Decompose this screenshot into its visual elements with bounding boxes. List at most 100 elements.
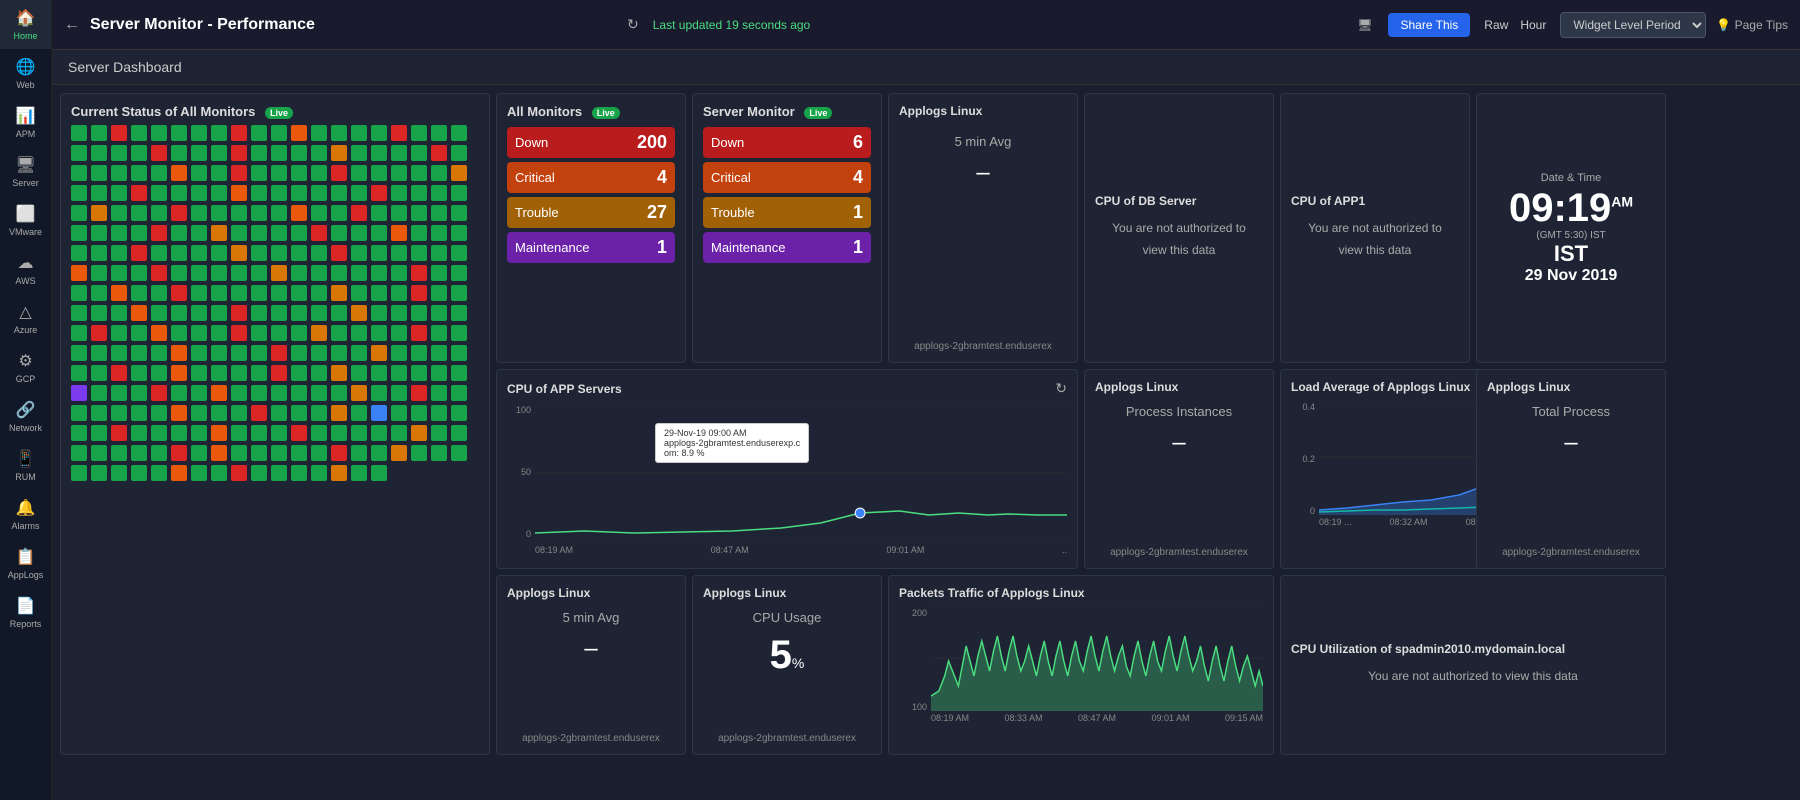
status-dot[interactable]: [131, 325, 147, 341]
status-dot[interactable]: [411, 205, 427, 221]
status-dot[interactable]: [291, 325, 307, 341]
status-dot[interactable]: [331, 305, 347, 321]
status-dot[interactable]: [391, 165, 407, 181]
status-dot[interactable]: [131, 165, 147, 181]
status-dot[interactable]: [151, 325, 167, 341]
status-dot[interactable]: [191, 365, 207, 381]
status-dot[interactable]: [171, 405, 187, 421]
status-dot[interactable]: [271, 285, 287, 301]
status-dot[interactable]: [151, 125, 167, 141]
status-dot[interactable]: [291, 265, 307, 281]
status-dot[interactable]: [191, 345, 207, 361]
status-dot[interactable]: [111, 225, 127, 241]
hour-button[interactable]: Hour: [1516, 16, 1550, 34]
status-dot[interactable]: [211, 385, 227, 401]
status-dot[interactable]: [251, 265, 267, 281]
status-dot[interactable]: [231, 265, 247, 281]
status-dot[interactable]: [231, 465, 247, 481]
status-dot[interactable]: [411, 265, 427, 281]
status-dot[interactable]: [131, 385, 147, 401]
status-dot[interactable]: [111, 365, 127, 381]
status-dot[interactable]: [71, 325, 87, 341]
status-dot[interactable]: [411, 385, 427, 401]
status-dot[interactable]: [371, 265, 387, 281]
status-dot[interactable]: [451, 145, 467, 161]
status-dot[interactable]: [271, 185, 287, 201]
status-dot[interactable]: [331, 265, 347, 281]
status-dot[interactable]: [431, 285, 447, 301]
status-dot[interactable]: [311, 285, 327, 301]
status-dot[interactable]: [91, 125, 107, 141]
status-dot[interactable]: [291, 445, 307, 461]
status-dot[interactable]: [111, 445, 127, 461]
status-dot[interactable]: [271, 325, 287, 341]
status-dot[interactable]: [351, 405, 367, 421]
status-dot[interactable]: [231, 365, 247, 381]
status-dot[interactable]: [71, 445, 87, 461]
status-dot[interactable]: [71, 305, 87, 321]
status-dot[interactable]: [371, 165, 387, 181]
status-dot[interactable]: [271, 225, 287, 241]
back-button[interactable]: ←: [64, 16, 80, 34]
status-dot[interactable]: [271, 445, 287, 461]
status-dot[interactable]: [231, 165, 247, 181]
status-dot[interactable]: [171, 125, 187, 141]
status-dot[interactable]: [291, 365, 307, 381]
status-dot[interactable]: [131, 245, 147, 261]
status-dot[interactable]: [271, 345, 287, 361]
status-dot[interactable]: [311, 185, 327, 201]
share-button[interactable]: Share This: [1388, 13, 1470, 37]
sidebar-item-apm[interactable]: 📊 APM: [0, 98, 51, 147]
status-dot[interactable]: [431, 265, 447, 281]
status-dot[interactable]: [151, 225, 167, 241]
status-dot[interactable]: [211, 425, 227, 441]
status-dot[interactable]: [251, 325, 267, 341]
sm-down-row[interactable]: Down 6: [703, 127, 871, 158]
status-dot[interactable]: [411, 365, 427, 381]
status-dot[interactable]: [351, 125, 367, 141]
status-dot[interactable]: [251, 405, 267, 421]
status-dot[interactable]: [211, 185, 227, 201]
status-dot[interactable]: [391, 185, 407, 201]
status-dot[interactable]: [271, 365, 287, 381]
status-dot[interactable]: [371, 205, 387, 221]
status-dot[interactable]: [91, 265, 107, 281]
status-dot[interactable]: [411, 125, 427, 141]
status-dot[interactable]: [351, 205, 367, 221]
status-dot[interactable]: [111, 205, 127, 221]
status-dot[interactable]: [371, 425, 387, 441]
status-dot[interactable]: [451, 165, 467, 181]
status-dot[interactable]: [131, 145, 147, 161]
status-dot[interactable]: [91, 345, 107, 361]
status-dot[interactable]: [311, 465, 327, 481]
status-dot[interactable]: [451, 325, 467, 341]
status-dot[interactable]: [411, 145, 427, 161]
status-dot[interactable]: [91, 405, 107, 421]
sidebar-item-home[interactable]: 🏠 Home: [0, 0, 51, 49]
status-dot[interactable]: [231, 325, 247, 341]
status-dot[interactable]: [111, 245, 127, 261]
status-dot[interactable]: [191, 305, 207, 321]
status-dot[interactable]: [311, 405, 327, 421]
status-dot[interactable]: [151, 465, 167, 481]
status-dot[interactable]: [311, 225, 327, 241]
status-dot[interactable]: [251, 345, 267, 361]
status-dot[interactable]: [311, 445, 327, 461]
status-dot[interactable]: [371, 445, 387, 461]
sm-critical-row[interactable]: Critical 4: [703, 162, 871, 193]
sidebar-item-alarms[interactable]: 🔔 Alarms: [0, 490, 51, 539]
status-dot[interactable]: [351, 165, 367, 181]
status-dot[interactable]: [311, 205, 327, 221]
status-dot[interactable]: [131, 285, 147, 301]
status-dot[interactable]: [231, 285, 247, 301]
sidebar-item-gcp[interactable]: ⚙ GCP: [0, 343, 51, 392]
status-dot[interactable]: [331, 145, 347, 161]
status-dot[interactable]: [171, 305, 187, 321]
status-dot[interactable]: [331, 245, 347, 261]
status-dot[interactable]: [71, 425, 87, 441]
critical-row[interactable]: Critical 4: [507, 162, 675, 193]
status-dot[interactable]: [91, 445, 107, 461]
status-dot[interactable]: [431, 445, 447, 461]
status-dot[interactable]: [411, 285, 427, 301]
status-dot[interactable]: [131, 185, 147, 201]
